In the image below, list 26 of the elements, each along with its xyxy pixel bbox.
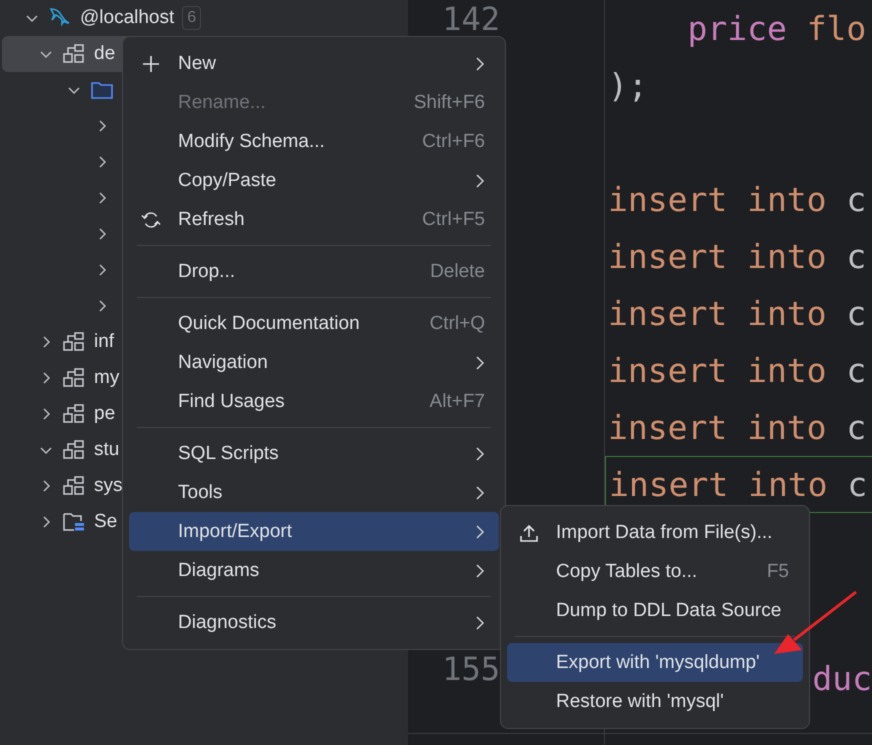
code-token: insert into: [608, 351, 828, 390]
code-token: c: [846, 351, 866, 390]
code-token: insert into: [608, 294, 828, 333]
tree-item-label: my: [94, 367, 120, 389]
code-token: duc: [812, 659, 872, 698]
code-token: c: [846, 180, 866, 219]
code-token: insert into: [608, 180, 828, 219]
tree-item-label: inf: [94, 331, 114, 353]
code-token: c: [847, 465, 868, 504]
code-token: insert into: [608, 408, 828, 447]
code-token: c: [846, 294, 866, 333]
tree-item-label: pe: [94, 403, 116, 425]
tree-item-label: stu: [94, 439, 120, 461]
code-token: flo: [806, 9, 866, 48]
code-token: );: [608, 66, 648, 105]
count-badge: 6: [182, 6, 202, 30]
code-token: insert into: [609, 465, 829, 504]
code-token: price: [686, 9, 788, 48]
code-token: insert into: [608, 237, 828, 276]
code-token: c: [846, 237, 866, 276]
line-number: 155: [442, 653, 500, 685]
code-token: c: [846, 408, 866, 447]
tree-item-label: sys: [94, 475, 122, 497]
tree-item-label: de: [94, 43, 116, 65]
tree-item-label: Se: [94, 511, 118, 533]
line-number: 142: [442, 3, 500, 35]
